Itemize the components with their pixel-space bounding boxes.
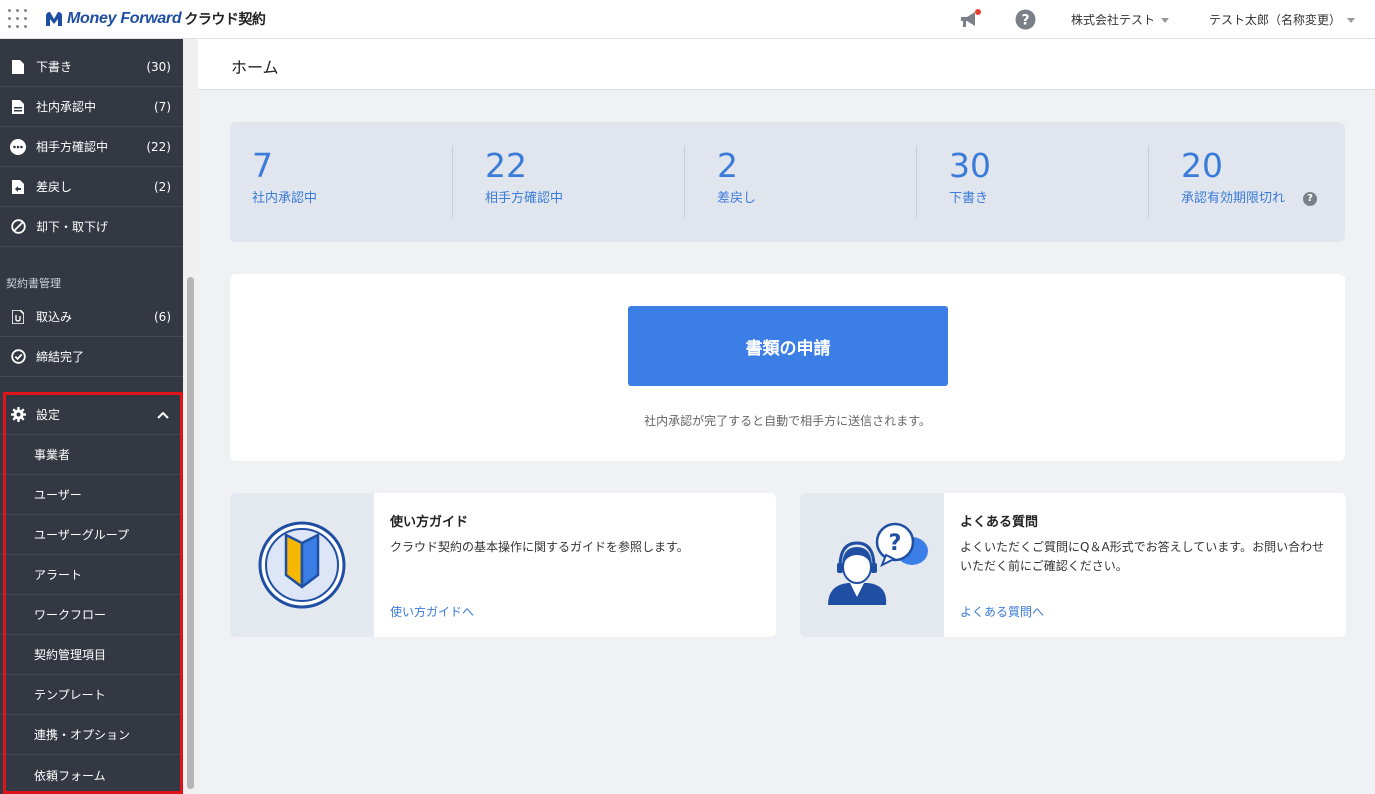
gear-icon bbox=[10, 407, 26, 423]
stat-label: 社内承認中 bbox=[252, 191, 318, 206]
apply-panel: 書類の申請 社内承認が完了すると自動で相手方に送信されます。 bbox=[230, 274, 1345, 461]
card-description: クラウド契約の基本操作に関するガイドを参照します。 bbox=[390, 540, 689, 554]
stat-label: 差戻し bbox=[717, 191, 757, 206]
sidebar-item-business[interactable]: 事業者 bbox=[0, 435, 183, 475]
caret-down-icon bbox=[1161, 18, 1170, 23]
stat-value: 20 bbox=[1181, 146, 1223, 185]
section-label-contract-management: 契約書管理 bbox=[6, 277, 61, 290]
money-forward-logo-icon bbox=[46, 12, 62, 26]
sidebar-item-integrations[interactable]: 連携・オプション bbox=[0, 715, 183, 755]
card-title: よくある質問 bbox=[960, 515, 1039, 530]
page-title: ホーム bbox=[231, 58, 279, 77]
document-lines-icon bbox=[10, 99, 26, 115]
stat-counterparty-review[interactable]: 22 相手方確認中 bbox=[485, 146, 563, 218]
product-name: クラウド契約 bbox=[184, 12, 266, 28]
document-return-icon bbox=[10, 179, 26, 195]
stat-value: 22 bbox=[485, 146, 527, 185]
sidebar-scrollbar[interactable] bbox=[183, 39, 198, 794]
prohibited-icon bbox=[10, 219, 26, 235]
product-logo[interactable]: Money Forward クラウド契約 bbox=[44, 9, 266, 29]
chevron-up-icon[interactable] bbox=[157, 408, 169, 422]
stat-value: 30 bbox=[949, 146, 991, 185]
ellipsis-circle-icon bbox=[10, 138, 26, 155]
sidebar-item-returned[interactable]: 差戻し (2) bbox=[0, 167, 183, 207]
company-selector[interactable]: 株式会社テスト bbox=[1071, 11, 1170, 28]
sidebar-item-contract-fields[interactable]: 契約管理項目 bbox=[0, 635, 183, 675]
sidebar-item-counterparty-review[interactable]: 相手方確認中 (22) bbox=[0, 127, 183, 167]
beginner-mark-icon bbox=[258, 521, 346, 609]
help-icon[interactable]: ? bbox=[1303, 191, 1318, 206]
support-operator-icon: ? bbox=[828, 522, 928, 605]
status-summary-panel: 7 社内承認中 22 相手方確認中 2 差戻し 30 下書き 20 承認有効期限… bbox=[230, 122, 1345, 242]
document-icon bbox=[10, 59, 26, 75]
scrollbar-thumb[interactable] bbox=[187, 277, 194, 789]
megaphone-icon bbox=[961, 9, 981, 27]
guide-illustration bbox=[230, 493, 374, 637]
stat-label: 下書き bbox=[949, 191, 989, 206]
faq-illustration: ? bbox=[800, 493, 944, 637]
stat-value: 2 bbox=[717, 146, 738, 185]
faq-link[interactable]: よくある質問へ bbox=[960, 603, 1044, 620]
sidebar-item-concluded[interactable]: 締結完了 bbox=[0, 337, 183, 377]
stat-label: 相手方確認中 bbox=[485, 191, 564, 206]
sidebar-item-users[interactable]: ユーザー bbox=[0, 475, 183, 515]
sidebar-item-internal-approval[interactable]: 社内承認中 (7) bbox=[0, 87, 183, 127]
apply-note: 社内承認が完了すると自動で相手方に送信されます。 bbox=[644, 414, 931, 428]
sidebar-item-rejected[interactable]: 却下・取下げ bbox=[0, 207, 183, 247]
sidebar-item-alerts[interactable]: アラート bbox=[0, 555, 183, 595]
stat-value: 7 bbox=[252, 146, 273, 185]
svg-text:?: ? bbox=[889, 531, 902, 556]
faq-card[interactable]: ? よくある質問 よくいただくご質問にQ＆A形式でお答えしています。お問い合わせ… bbox=[800, 493, 1346, 637]
caret-down-icon bbox=[1347, 18, 1356, 23]
help-button[interactable]: ? bbox=[1015, 9, 1036, 34]
app-switcher-icon[interactable] bbox=[8, 9, 28, 29]
guide-link[interactable]: 使い方ガイドへ bbox=[390, 603, 474, 620]
top-header: Money Forward クラウド契約 ? 株式会社テスト テスト太郎（名称変… bbox=[0, 0, 1375, 39]
question-circle-icon: ? bbox=[1015, 9, 1036, 30]
announcement-button[interactable] bbox=[958, 9, 982, 35]
stat-label: 承認有効期限切れ? bbox=[1181, 187, 1318, 206]
card-title: 使い方ガイド bbox=[390, 515, 469, 530]
sidebar-item-workflow[interactable]: ワークフロー bbox=[0, 595, 183, 635]
sidebar-item-drafts[interactable]: 下書き (30) bbox=[0, 47, 183, 87]
sidebar-item-user-groups[interactable]: ユーザーグループ bbox=[0, 515, 183, 555]
stat-approval-expired[interactable]: 20 承認有効期限切れ? bbox=[1181, 146, 1318, 218]
svg-text:?: ? bbox=[1021, 13, 1029, 29]
stat-drafts[interactable]: 30 下書き bbox=[949, 146, 991, 218]
document-import-icon bbox=[10, 309, 26, 325]
page-title-bar: ホーム bbox=[198, 39, 1375, 90]
check-circle-icon bbox=[10, 349, 26, 365]
guide-card[interactable]: 使い方ガイド クラウド契約の基本操作に関するガイドを参照します。 使い方ガイドへ bbox=[230, 493, 776, 637]
sidebar: 下書き (30) 社内承認中 (7) 相手方確認中 (22) 差戻し (2) 却… bbox=[0, 39, 183, 794]
apply-document-button[interactable]: 書類の申請 bbox=[628, 306, 948, 386]
sidebar-item-request-form[interactable]: 依頼フォーム bbox=[0, 755, 183, 794]
stat-internal-approval[interactable]: 7 社内承認中 bbox=[252, 146, 317, 218]
brand-name: Money Forward bbox=[67, 10, 182, 27]
user-selector[interactable]: テスト太郎（名称変更） bbox=[1209, 11, 1356, 28]
sidebar-item-templates[interactable]: テンプレート bbox=[0, 675, 183, 715]
sidebar-item-import[interactable]: 取込み (6) bbox=[0, 297, 183, 337]
card-description: よくいただくご質問にQ＆A形式でお答えしています。お問い合わせいただく前にご確認… bbox=[960, 540, 1325, 573]
sidebar-item-settings[interactable]: 設定 bbox=[0, 395, 183, 435]
stat-returned[interactable]: 2 差戻し bbox=[717, 146, 756, 218]
